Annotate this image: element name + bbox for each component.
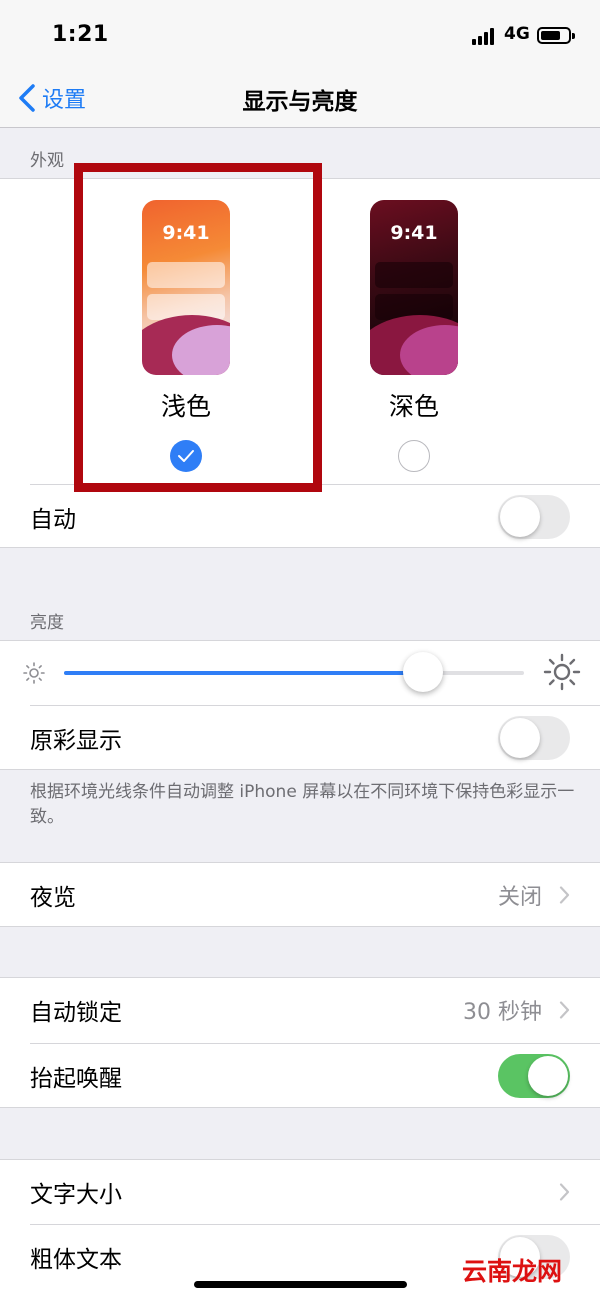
night-shift-label: 夜览	[30, 885, 76, 911]
auto-appearance-toggle[interactable]	[498, 495, 570, 539]
auto-lock-label: 自动锁定	[30, 1000, 122, 1026]
appearance-option-dark[interactable]: 9:41 深色	[334, 200, 494, 472]
chevron-right-icon	[559, 886, 570, 904]
section-header-brightness: 亮度	[30, 613, 64, 633]
auto-appearance-row: 自动	[0, 485, 600, 549]
brightness-group: 原彩显示	[0, 640, 600, 770]
auto-lock-value: 30 秒钟	[463, 1000, 542, 1025]
true-tone-toggle[interactable]	[498, 716, 570, 760]
raise-to-wake-row: 抬起唤醒	[0, 1044, 600, 1108]
brightness-slider[interactable]	[64, 652, 524, 692]
page-title: 显示与亮度	[242, 89, 358, 115]
brightness-slider-row	[0, 641, 600, 705]
night-shift-value: 关闭	[497, 885, 542, 910]
chevron-right-icon	[559, 1001, 570, 1019]
sun-large-icon	[543, 653, 581, 691]
home-indicator[interactable]	[194, 1281, 407, 1288]
status-time: 1:21	[52, 22, 109, 47]
true-tone-description: 根据环境光线条件自动调整 iPhone 屏幕以在不同环境下保持色彩显示一致。	[30, 782, 575, 827]
true-tone-label: 原彩显示	[30, 728, 122, 754]
night-shift-row[interactable]: 夜览 关闭	[0, 863, 600, 927]
night-shift-group: 夜览 关闭	[0, 862, 600, 927]
section-header-appearance: 外观	[30, 151, 64, 171]
preview-time: 9:41	[390, 222, 438, 244]
highlight-annotation	[74, 163, 322, 492]
raise-to-wake-toggle[interactable]	[498, 1054, 570, 1098]
slider-fill	[64, 671, 423, 675]
chevron-right-icon	[559, 1183, 570, 1201]
bold-text-label: 粗体文本	[30, 1247, 122, 1273]
slider-thumb[interactable]	[402, 652, 443, 692]
option-label-dark: 深色	[388, 392, 439, 421]
cellular-signal-icon	[472, 27, 498, 45]
radio-unchecked-icon[interactable]	[398, 440, 430, 472]
auto-lock-row[interactable]: 自动锁定 30 秒钟	[0, 978, 600, 1042]
dark-mode-preview: 9:41	[370, 200, 458, 375]
watermark: 云南龙网	[462, 1257, 563, 1286]
network-type: 4G	[504, 24, 530, 44]
navigation-bar: 设置 显示与亮度	[0, 70, 600, 128]
text-size-label: 文字大小	[30, 1182, 122, 1208]
lock-group: 自动锁定 30 秒钟 抬起唤醒	[0, 977, 600, 1108]
sun-small-icon	[23, 662, 45, 684]
battery-icon	[537, 27, 575, 44]
true-tone-row: 原彩显示	[0, 706, 600, 770]
text-size-row[interactable]: 文字大小	[0, 1160, 600, 1224]
status-bar: 1:21 4G	[0, 0, 600, 70]
auto-appearance-label: 自动	[30, 507, 76, 533]
raise-to-wake-label: 抬起唤醒	[30, 1066, 122, 1092]
